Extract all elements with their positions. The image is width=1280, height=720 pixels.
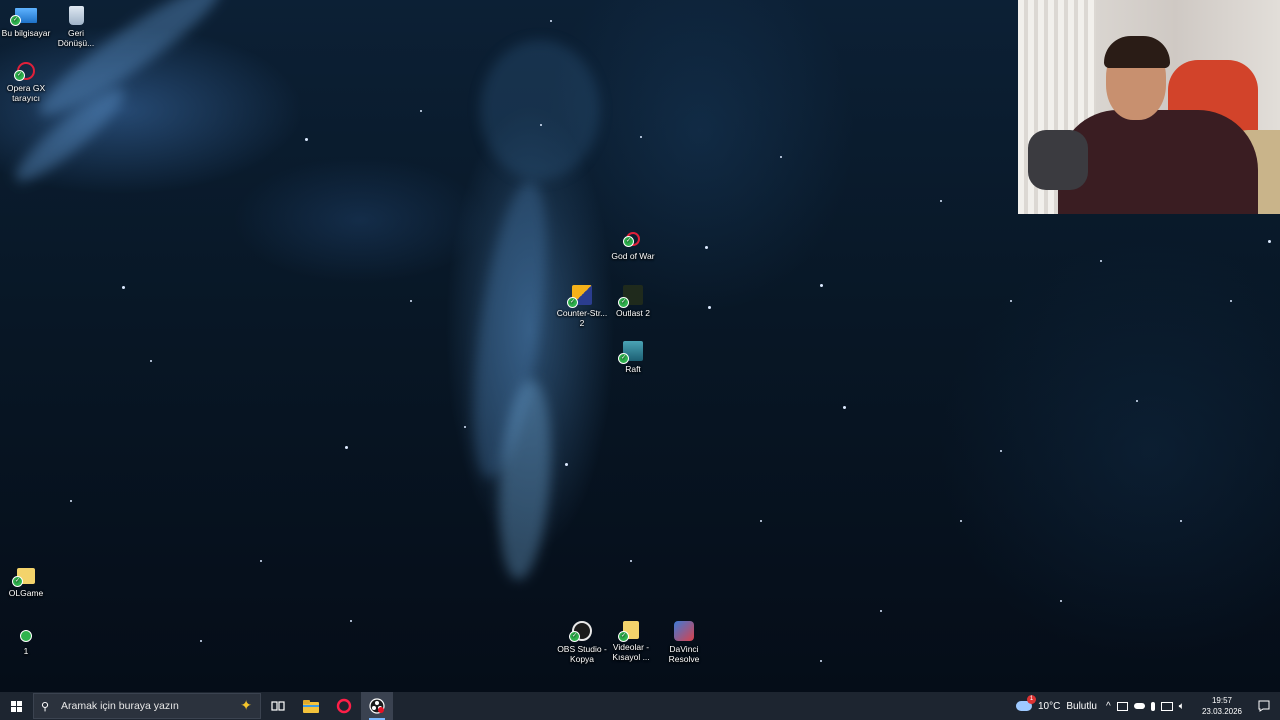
notifications-button[interactable]	[1248, 692, 1280, 720]
icon-label: Kısayol ...	[612, 652, 650, 662]
counter-strike-icon: ✓	[567, 285, 592, 308]
outlast-icon: ✓	[618, 285, 643, 308]
icon-label: Raft	[625, 364, 641, 374]
icon-label: Kopya	[569, 654, 595, 664]
icon-label: DaVinci	[669, 644, 699, 654]
notification-icon	[1258, 700, 1270, 712]
folder-icon: ✓	[618, 621, 639, 642]
god-of-war-icon: ✓	[623, 232, 640, 247]
onedrive-cloud-icon[interactable]	[1133, 703, 1145, 709]
clock-date: 23.03.2026	[1201, 707, 1243, 716]
desktop-icon-olgame[interactable]: ✓ OLGame	[0, 566, 52, 598]
icon-label: OLGame	[8, 588, 44, 598]
search-icon: ⚲	[41, 700, 50, 713]
icon-label: 2	[579, 318, 585, 328]
file-explorer-button[interactable]	[295, 692, 327, 720]
taskbar: ⚲ Aramak için buraya yazın ✦ 1 10°C Bulu…	[0, 692, 1280, 720]
clock-time: 19:57	[1211, 696, 1233, 705]
desktop-icon-videolar[interactable]: ✓ Videolar - Kısayol ...	[605, 621, 657, 662]
start-button[interactable]	[0, 692, 32, 720]
icon-label: Outlast 2	[615, 308, 651, 318]
volume-icon[interactable]: 🔈︎	[1179, 701, 1185, 712]
system-tray: ^ 🔈︎	[1106, 692, 1185, 720]
icon-label: Opera GX	[6, 83, 46, 93]
clock[interactable]: 19:57 23.03.2026	[1196, 695, 1248, 717]
desktop-icon-counter-strike[interactable]: ✓ Counter-Str... 2	[556, 285, 608, 328]
desktop-icon-obs[interactable]: ✓ OBS Studio - Kopya	[556, 621, 608, 664]
desktop-icon-davinci[interactable]: DaVinci Resolve	[658, 621, 710, 664]
search-box[interactable]: ⚲ Aramak için buraya yazın ✦	[33, 693, 261, 719]
icon-label: 1	[23, 646, 29, 656]
raft-icon: ✓	[618, 341, 643, 364]
task-view-icon	[271, 701, 285, 711]
desktop-icon-this-pc[interactable]: ✓ Bu bilgisayar	[0, 6, 52, 38]
task-view-button[interactable]	[262, 692, 294, 720]
network-icon[interactable]	[1160, 701, 1173, 711]
opera-gx-icon	[336, 698, 352, 714]
obs-taskbar-button[interactable]	[361, 692, 393, 720]
desktop-icon-outlast[interactable]: ✓ Outlast 2	[607, 285, 659, 318]
desktop-icon-raft[interactable]: ✓ Raft	[607, 341, 659, 374]
microphone-icon[interactable]	[1150, 701, 1155, 711]
opera-gx-taskbar-button[interactable]	[328, 692, 360, 720]
icon-label: OBS Studio -	[557, 644, 607, 654]
weather-temp: 10°C	[1038, 700, 1061, 712]
icon-label: Bu bilgisayar	[1, 28, 51, 38]
icon-label: tarayıcı	[12, 93, 40, 103]
opera-gx-icon: ✓	[14, 62, 35, 81]
weather-widget[interactable]: 1 10°C Bulutlu	[1016, 692, 1097, 720]
windows-logo-icon	[10, 700, 22, 712]
weather-desc: Bulutlu	[1066, 700, 1097, 712]
shortcut-icon	[20, 630, 32, 642]
desktop-icon-opera-gx[interactable]: ✓ Opera GX tarayıcı	[0, 62, 52, 103]
chevron-up-icon[interactable]: ^	[1106, 701, 1111, 712]
folder-icon: ✓	[12, 568, 35, 587]
weather-badge: 1	[1027, 695, 1036, 704]
desktop-icon-god-of-war[interactable]: ✓ God of War	[607, 232, 659, 261]
desktop-icon-recycle-bin[interactable]: Geri Dönüşü...	[50, 6, 102, 48]
webcam-overlay	[1018, 0, 1280, 214]
icon-label: Resolve	[668, 654, 700, 664]
desktop-icon-1[interactable]: 1	[0, 630, 52, 656]
obs-icon	[369, 698, 385, 714]
recycle-bin-icon	[68, 6, 84, 25]
obs-icon: ✓	[569, 621, 592, 642]
computer-icon: ✓	[10, 8, 37, 26]
folder-icon	[303, 699, 319, 713]
davinci-resolve-icon	[674, 621, 694, 641]
icon-label: God of War	[611, 251, 655, 261]
search-placeholder: Aramak için buraya yazın	[61, 700, 179, 712]
icon-label: Videolar -	[612, 642, 650, 652]
icon-label: Geri Dönüşü...	[57, 28, 95, 48]
icon-label: Counter-Str...	[556, 308, 608, 318]
search-highlight-icon: ✦	[240, 697, 252, 713]
meet-now-icon[interactable]	[1116, 701, 1128, 711]
cloud-icon: 1	[1016, 695, 1036, 711]
